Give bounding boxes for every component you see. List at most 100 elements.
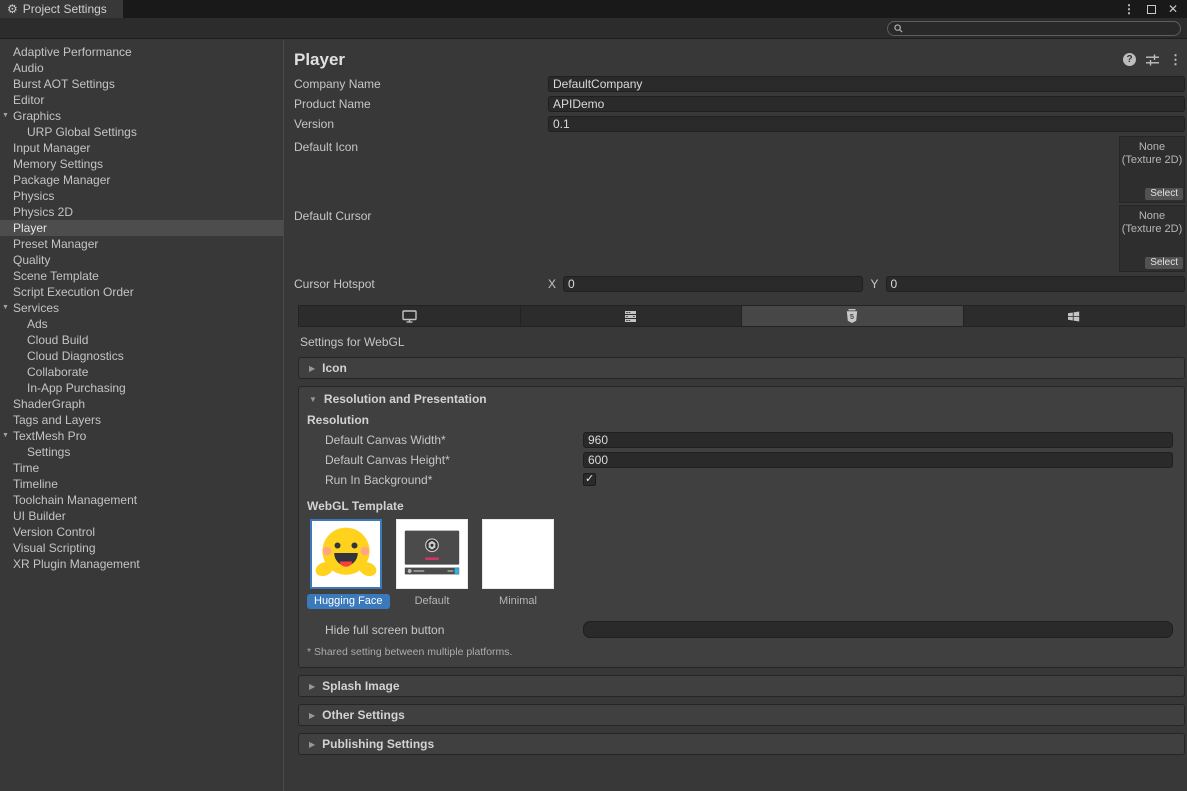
sidebar-item-tags-and-layers[interactable]: Tags and Layers [0,412,283,428]
sidebar-item-xr-plugin-management[interactable]: XR Plugin Management [0,556,283,572]
tab-windows-store[interactable] [964,306,1185,326]
sidebar-item-scene-template[interactable]: Scene Template [0,268,283,284]
settings-for-platform-label: Settings for WebGL [300,335,1185,350]
sidebar-item-textmesh-pro[interactable]: ▼TextMesh Pro [0,428,283,444]
maximize-icon[interactable] [1147,5,1156,14]
project-settings-tab[interactable]: ⚙ Project Settings [0,0,123,18]
sidebar-item-graphics[interactable]: ▼Graphics [0,108,283,124]
section-splash-image[interactable]: ▶ Splash Image [298,675,1185,697]
default-template-preview [397,520,467,588]
sidebar-item-in-app-purchasing[interactable]: In-App Purchasing [0,380,283,396]
texture-type-text: (Texture 2D) [1120,154,1184,167]
sidebar-item-time[interactable]: Time [0,460,283,476]
sidebar-item-label: Visual Scripting [13,541,96,555]
sidebar-item-preset-manager[interactable]: Preset Manager [0,236,283,252]
default-icon-texture-slot[interactable]: None (Texture 2D) Select [1119,136,1185,203]
template-hugging-face[interactable]: Hugging Face [307,519,385,609]
version-input[interactable] [548,116,1185,132]
sidebar-item-label: Editor [13,93,44,107]
sidebar-item-toolchain-management[interactable]: Toolchain Management [0,492,283,508]
sidebar-item-label: URP Global Settings [27,125,137,139]
platform-tab-bar: 5 [298,305,1185,327]
window-menu-icon[interactable]: ⋮ [1123,3,1135,15]
other-settings-label: Other Settings [322,708,405,722]
texture-type-text: (Texture 2D) [1120,223,1184,236]
sidebar-item-burst-aot-settings[interactable]: Burst AOT Settings [0,76,283,92]
close-icon[interactable]: ✕ [1168,3,1178,15]
select-texture-button[interactable]: Select [1145,257,1183,269]
canvas-width-label: Default Canvas Width* [299,433,583,447]
sidebar-item-package-manager[interactable]: Package Manager [0,172,283,188]
splash-image-label: Splash Image [322,679,399,693]
section-icon[interactable]: ▶ Icon [298,357,1185,379]
sidebar-item-ui-builder[interactable]: UI Builder [0,508,283,524]
template-minimal[interactable]: Minimal [479,519,557,609]
presets-icon[interactable] [1146,54,1159,66]
sidebar-item-timeline[interactable]: Timeline [0,476,283,492]
foldout-down-icon[interactable]: ▼ [2,300,12,316]
hide-fullscreen-label: Hide full screen button [299,623,583,637]
template-default[interactable]: Default [393,519,471,609]
sidebar-item-editor[interactable]: Editor [0,92,283,108]
version-label: Version [294,117,548,131]
canvas-height-label: Default Canvas Height* [299,453,583,467]
run-in-background-label: Run In Background* [299,473,583,487]
canvas-height-input[interactable] [583,452,1173,468]
sidebar-item-urp-global-settings[interactable]: URP Global Settings [0,124,283,140]
default-icon-label: Default Icon [294,136,548,154]
tab-standalone[interactable] [299,306,521,326]
run-in-background-row: Run In Background* ✓ [299,472,1173,487]
more-options-icon[interactable]: ⋮ [1169,53,1182,66]
search-input[interactable] [907,23,1174,35]
gear-icon: ⚙ [7,3,18,15]
sidebar-item-shadergraph[interactable]: ShaderGraph [0,396,283,412]
help-icon[interactable]: ? [1123,53,1136,66]
run-in-background-checkbox[interactable]: ✓ [583,473,596,486]
sidebar-item-ads[interactable]: Ads [0,316,283,332]
sidebar-item-label: Collaborate [27,365,88,379]
foldout-down-icon[interactable]: ▼ [2,428,12,444]
hide-fullscreen-input[interactable] [583,621,1173,638]
publishing-settings-label: Publishing Settings [322,737,434,751]
sidebar-item-quality[interactable]: Quality [0,252,283,268]
hotspot-y-label: Y [871,277,879,291]
sidebar-item-cloud-build[interactable]: Cloud Build [0,332,283,348]
tab-webgl[interactable]: 5 [742,306,964,326]
search-box[interactable] [887,21,1181,36]
sidebar-item-settings[interactable]: Settings [0,444,283,460]
section-publishing-settings[interactable]: ▶ Publishing Settings [298,733,1185,755]
company-name-input[interactable] [548,76,1185,92]
hotspot-x-input[interactable] [563,276,862,292]
company-name-label: Company Name [294,77,548,91]
sidebar-item-physics[interactable]: Physics [0,188,283,204]
sidebar-item-visual-scripting[interactable]: Visual Scripting [0,540,283,556]
sidebar-item-script-execution-order[interactable]: Script Execution Order [0,284,283,300]
svg-text:5: 5 [850,311,854,320]
sidebar-item-label: In-App Purchasing [27,381,126,395]
sidebar-item-memory-settings[interactable]: Memory Settings [0,156,283,172]
hide-fullscreen-row: Hide full screen button [299,622,1173,637]
sidebar-item-version-control[interactable]: Version Control [0,524,283,540]
sidebar-item-adaptive-performance[interactable]: Adaptive Performance [0,44,283,60]
sidebar-item-input-manager[interactable]: Input Manager [0,140,283,156]
sidebar-item-player[interactable]: Player [0,220,283,236]
sidebar-item-services[interactable]: ▼Services [0,300,283,316]
canvas-width-input[interactable] [583,432,1173,448]
webgl-template-list: Hugging Face [307,519,1184,609]
sidebar-item-label: Quality [13,253,50,267]
foldout-down-icon[interactable]: ▼ [2,108,12,124]
resolution-presentation-header[interactable]: ▼ Resolution and Presentation [299,387,1184,411]
sidebar-item-audio[interactable]: Audio [0,60,283,76]
default-cursor-texture-slot[interactable]: None (Texture 2D) Select [1119,205,1185,272]
sidebar-item-cloud-diagnostics[interactable]: Cloud Diagnostics [0,348,283,364]
sidebar-item-collaborate[interactable]: Collaborate [0,364,283,380]
foldout-right-icon: ▶ [309,364,315,373]
template-minimal-thumbnail [482,519,554,589]
template-hugging-face-thumbnail [310,519,382,589]
hotspot-y-input[interactable] [886,276,1185,292]
product-name-input[interactable] [548,96,1185,112]
tab-dedicated-server[interactable] [521,306,743,326]
section-other-settings[interactable]: ▶ Other Settings [298,704,1185,726]
sidebar-item-physics-2d[interactable]: Physics 2D [0,204,283,220]
select-texture-button[interactable]: Select [1145,188,1183,200]
